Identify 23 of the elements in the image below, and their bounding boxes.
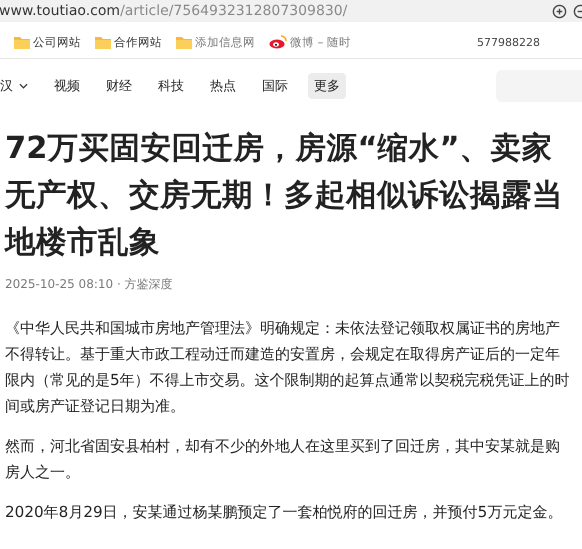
nav-tab[interactable]: 热点 [204,73,242,99]
article-meta: 2025-10-25 08:10 · 方鉴深度 [5,276,174,293]
nav-tab[interactable]: 更多 [308,73,346,99]
bookmark-item[interactable]: 合作网站 [95,34,162,50]
paragraph: 2020年8月29日，安某通过杨某鹏预定了一套柏悦府的回迁房，并预付5万元定金。 [5,502,564,523]
nav-tab[interactable]: 汉 [0,73,34,99]
folder-icon [95,35,111,49]
bookmark-item[interactable]: 微博 – 随时 [269,34,352,50]
bookmark-item[interactable]: 添加信息网 [176,34,255,50]
chevron-down-icon [19,83,28,89]
nav-tab[interactable]: 科技 [152,73,190,99]
paragraph: 然而，河北省固安县柏村，却有不少的外地人在这里买到了回迁房，其中安某就是购房人之一。 [5,436,561,483]
nav-tab[interactable]: 视频 [48,73,86,99]
nav-tab[interactable]: 财经 [100,73,138,99]
article-title: 72万买固安回迁房，房源“缩水”、卖家无产权、交房无期！多起相似诉讼揭露当地楼市乱象 [5,130,564,262]
bookmark-item[interactable]: 公司网站 [14,34,81,50]
bookmark-text: 577988228 [477,36,540,48]
folder-icon [176,35,192,49]
nav-tab[interactable]: 国际 [256,73,294,99]
zoom-in-icon[interactable] [552,4,567,18]
paragraph: 《中华人民共和国城市房地产管理法》明确规定：未依法登记领取权属证书的房地产不得转让。基于重大市政工程动迁而建造的安置房，会规定在取得房产证后的一定年限内（常见的是5年）不得上市交易。这个限制期的起算点通常以契税完税凭证上的时间或房产证登记日期为准。 [5,318,571,417]
folder-icon [14,35,30,49]
weibo-icon [269,35,287,49]
